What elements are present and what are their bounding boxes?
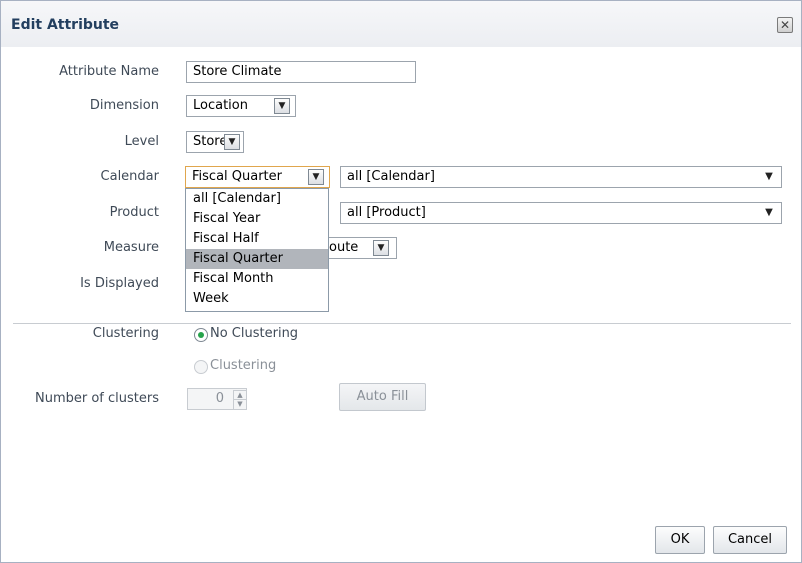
- no-clustering-label: No Clustering: [210, 326, 299, 341]
- is-displayed-label: Is Displayed: [80, 276, 159, 291]
- chevron-down-icon[interactable]: ▼: [762, 206, 776, 220]
- attribute-name-value: Store Climate: [193, 64, 282, 79]
- chevron-down-icon[interactable]: ▼: [274, 98, 290, 114]
- dropdown-option[interactable]: Fiscal Half: [186, 229, 328, 249]
- calendar-scope-select[interactable]: all [Calendar] ▼: [340, 166, 782, 188]
- clustering-label: Clustering: [92, 326, 159, 341]
- edit-attribute-dialog: Edit Attribute ✕ Attribute Name Store Cl…: [0, 0, 802, 563]
- calendar-scope-value: all [Calendar]: [347, 169, 435, 184]
- attribute-name-label: Attribute Name: [59, 64, 159, 79]
- no-clustering-radio[interactable]: [194, 328, 208, 342]
- product-label: Product: [109, 205, 159, 220]
- attribute-name-input[interactable]: Store Climate: [186, 61, 416, 83]
- chevron-down-icon[interactable]: ▼: [762, 170, 776, 184]
- cancel-button[interactable]: Cancel: [713, 526, 787, 554]
- dropdown-option[interactable]: Fiscal Month: [186, 269, 328, 289]
- dimension-value: Location: [193, 98, 248, 113]
- dimension-label: Dimension: [89, 98, 159, 113]
- product-scope-select[interactable]: all [Product] ▼: [340, 202, 782, 224]
- measure-label: Measure: [103, 240, 159, 255]
- dropdown-option[interactable]: all [Calendar]: [186, 189, 328, 209]
- dialog-title: Edit Attribute: [11, 17, 120, 33]
- chevron-down-icon[interactable]: ▼: [224, 134, 240, 150]
- dimension-select[interactable]: Location ▼: [186, 95, 296, 117]
- calendar-value: Fiscal Quarter: [192, 169, 282, 184]
- auto-fill-button[interactable]: Auto Fill: [339, 383, 426, 411]
- dialog-header: Edit Attribute ✕: [1, 1, 801, 47]
- calendar-label: Calendar: [100, 169, 159, 184]
- section-divider: [13, 323, 791, 324]
- level-select[interactable]: Store ▼: [186, 131, 244, 153]
- chevron-down-icon[interactable]: ▼: [308, 169, 324, 185]
- number-of-clusters-value: 0: [215, 391, 224, 406]
- calendar-dropdown-list[interactable]: all [Calendar] Fiscal Year Fiscal Half F…: [185, 188, 329, 312]
- close-icon[interactable]: ✕: [777, 17, 793, 33]
- clustering-radio[interactable]: [194, 360, 208, 374]
- calendar-select[interactable]: Fiscal Quarter ▼: [185, 166, 330, 188]
- level-value: Store: [193, 134, 228, 149]
- number-of-clusters-label: Number of clusters: [34, 391, 159, 406]
- clustering-option-label: Clustering: [210, 358, 277, 373]
- ok-button[interactable]: OK: [655, 526, 705, 554]
- dropdown-option-highlighted[interactable]: Fiscal Quarter: [186, 249, 328, 269]
- stepper-down-icon[interactable]: ▼: [233, 399, 247, 410]
- chevron-down-icon[interactable]: ▼: [373, 240, 389, 256]
- dropdown-option[interactable]: Week: [186, 289, 328, 309]
- dropdown-option[interactable]: Fiscal Year: [186, 209, 328, 229]
- product-scope-value: all [Product]: [347, 205, 426, 220]
- level-label: Level: [124, 134, 159, 149]
